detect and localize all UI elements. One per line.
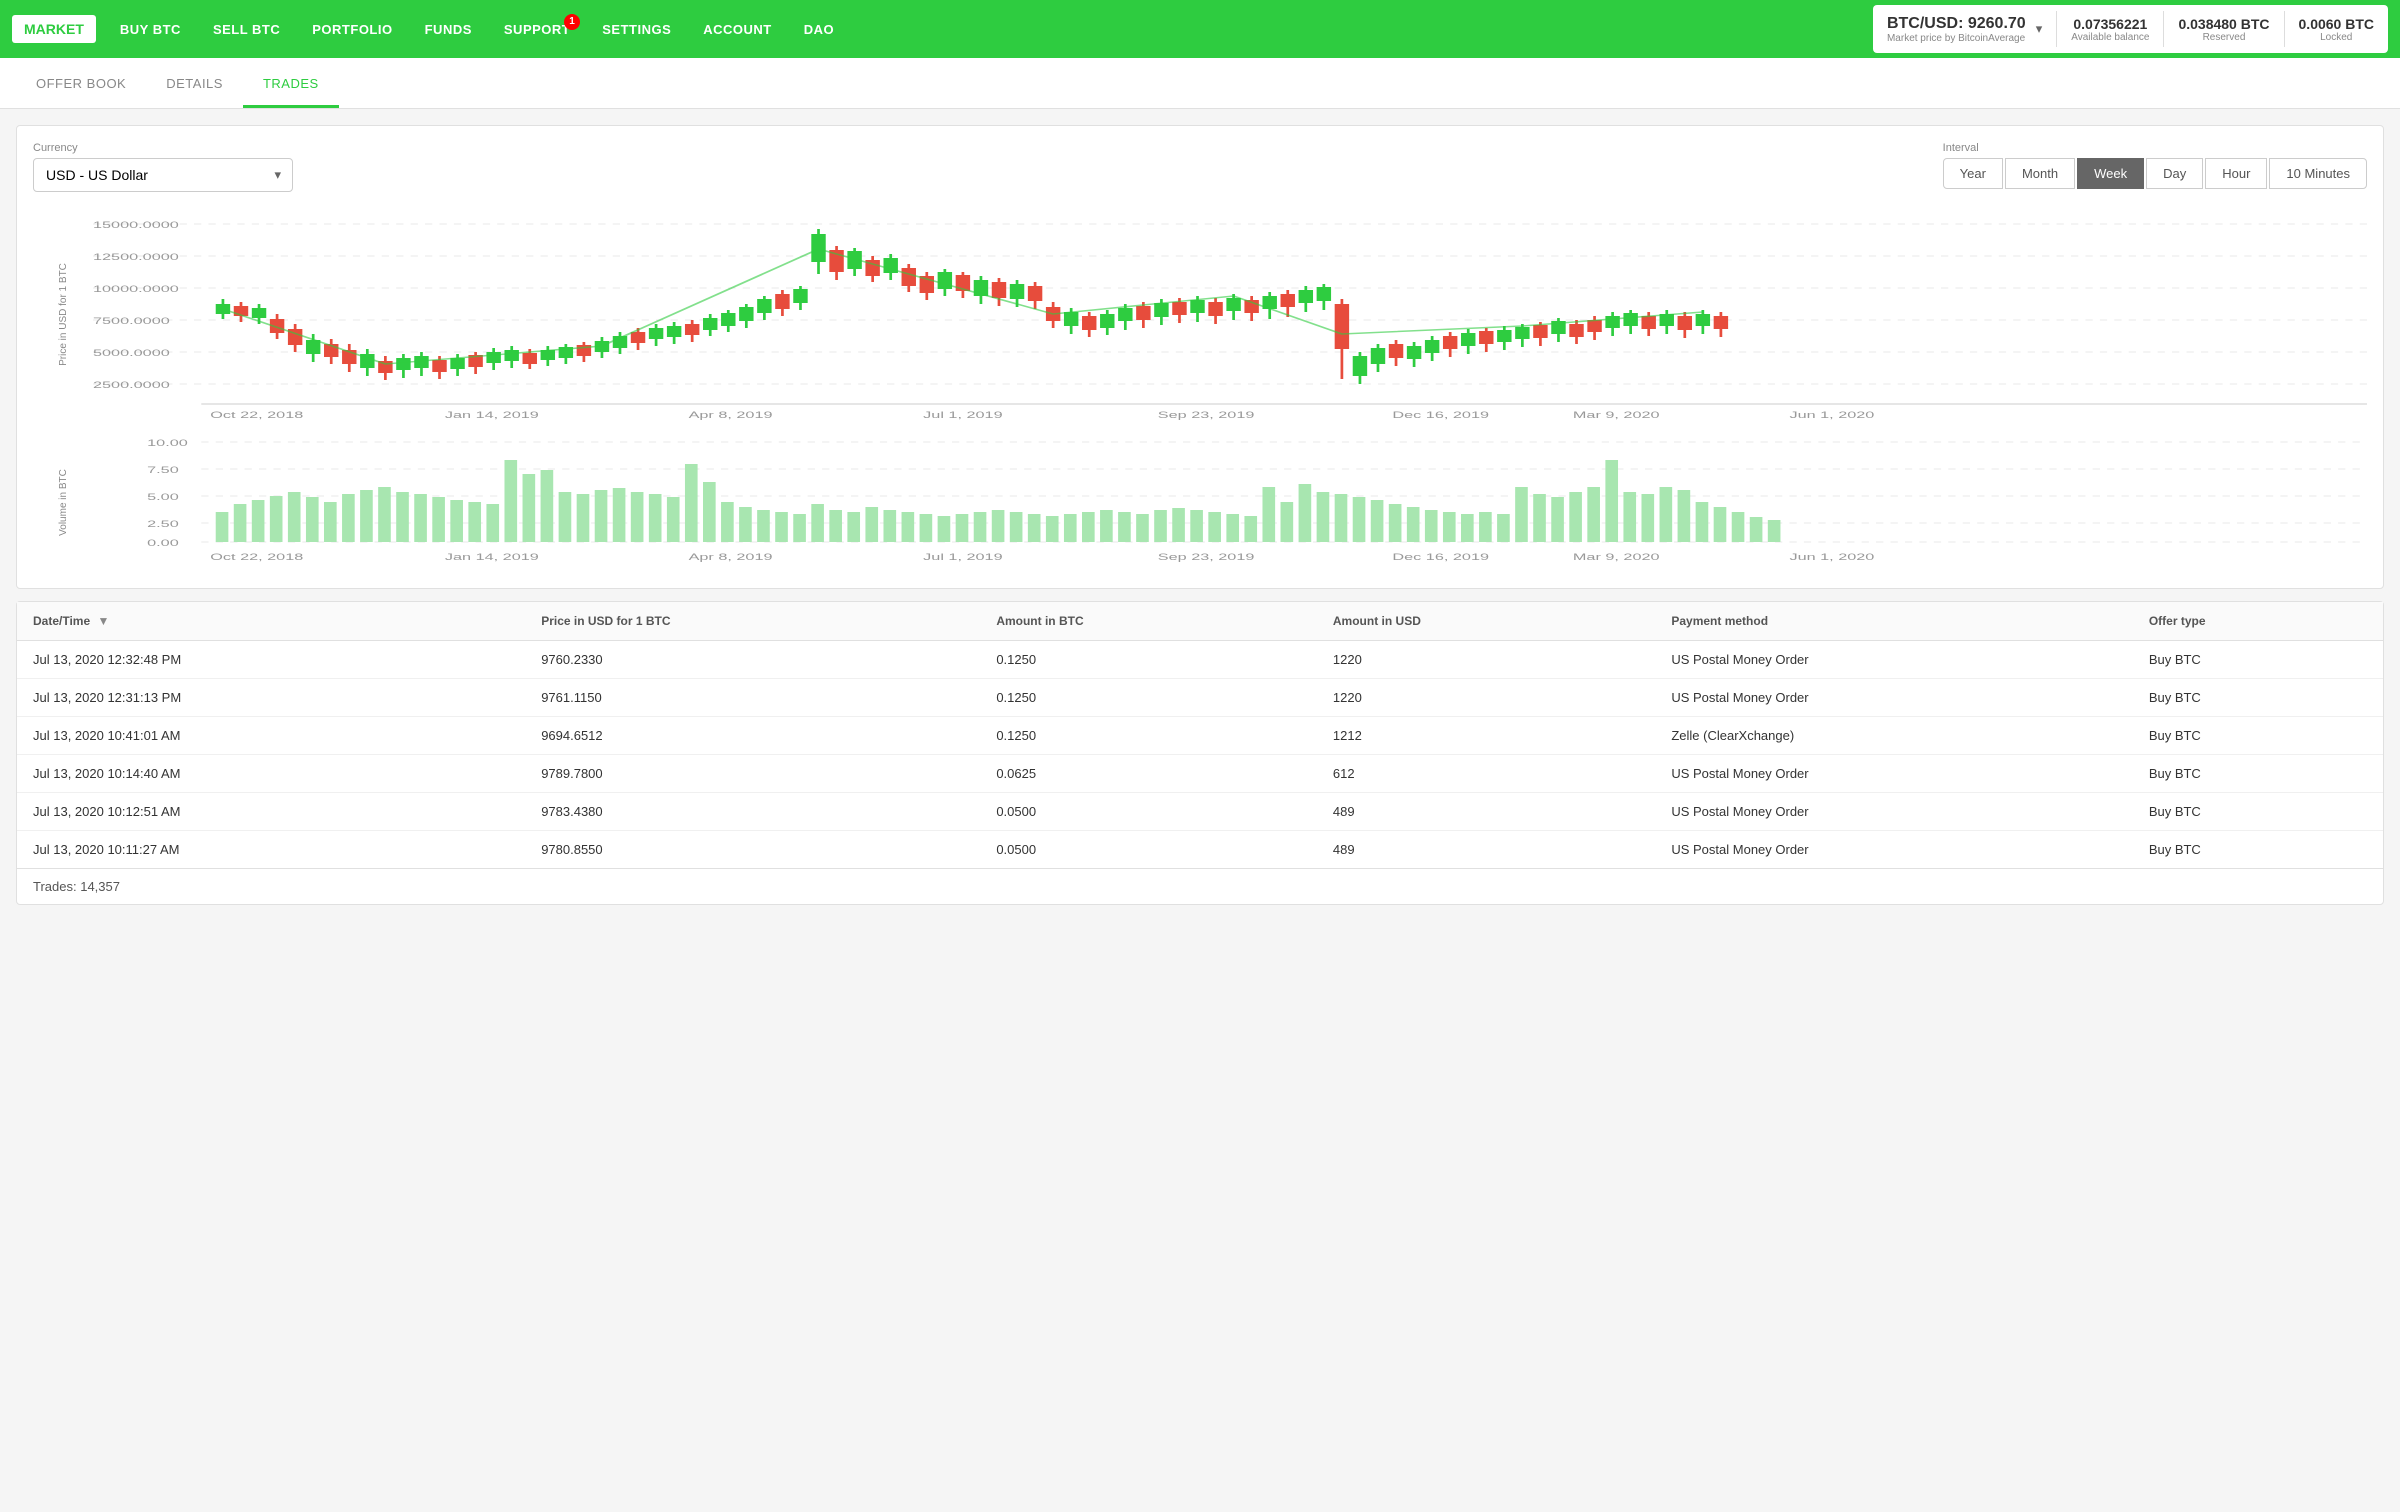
svg-text:Jul 1, 2019: Jul 1, 2019	[923, 552, 1002, 562]
nav-buy-btc[interactable]: BUY BTC	[104, 22, 197, 37]
svg-text:Sep 23, 2019: Sep 23, 2019	[1158, 552, 1255, 562]
table-row: Jul 13, 2020 10:11:27 AM9780.85500.05004…	[17, 831, 2383, 869]
price-chevron-icon[interactable]: ▾	[2036, 21, 2043, 37]
price-y-axis-label: Price in USD for 1 BTC	[58, 263, 69, 366]
svg-text:Oct 22, 2018: Oct 22, 2018	[210, 410, 303, 420]
interval-week[interactable]: Week	[2077, 158, 2144, 189]
tab-details[interactable]: DETAILS	[146, 58, 243, 108]
available-balance-stat: 0.07356221 Available balance	[2071, 16, 2149, 43]
currency-select[interactable]: USD - US Dollar	[33, 158, 293, 192]
svg-text:Mar 9, 2020: Mar 9, 2020	[1573, 552, 1660, 562]
svg-text:Apr 8, 2019: Apr 8, 2019	[689, 410, 773, 420]
candlestick-chart: 15000.0000 12500.0000 10000.0000 7500.00…	[93, 204, 2367, 424]
svg-text:10.00: 10.00	[147, 438, 188, 448]
svg-text:Dec 16, 2019: Dec 16, 2019	[1392, 410, 1489, 420]
col-price: Price in USD for 1 BTC	[525, 602, 980, 641]
table-row: Jul 13, 2020 10:12:51 AM9783.43800.05004…	[17, 793, 2383, 831]
nav-portfolio[interactable]: PORTFOLIO	[296, 22, 408, 37]
volume-chart: 10.00 7.50 5.00 2.50 0.00	[93, 432, 2367, 572]
nav-brand[interactable]: MARKET	[12, 15, 96, 43]
svg-text:2500.0000: 2500.0000	[93, 380, 170, 390]
svg-text:7500.0000: 7500.0000	[93, 316, 170, 326]
svg-text:Jan 14, 2019: Jan 14, 2019	[445, 552, 539, 562]
table-row: Jul 13, 2020 12:31:13 PM9761.11500.12501…	[17, 679, 2383, 717]
main-content: Currency USD - US Dollar Interval Year M…	[0, 109, 2400, 921]
interval-day[interactable]: Day	[2146, 158, 2203, 189]
svg-text:Jun 1, 2020: Jun 1, 2020	[1789, 552, 1874, 562]
svg-text:Sep 23, 2019: Sep 23, 2019	[1158, 410, 1255, 420]
top-nav: MARKET BUY BTC SELL BTC PORTFOLIO FUNDS …	[0, 0, 2400, 58]
svg-text:Jan 14, 2019: Jan 14, 2019	[445, 410, 539, 420]
nav-account[interactable]: Account	[687, 22, 788, 37]
trades-table-section: Date/Time ▼ Price in USD for 1 BTC Amoun…	[16, 601, 2384, 905]
sort-icon: ▼	[97, 614, 109, 628]
nav-dao[interactable]: DAO	[788, 22, 850, 37]
tabs-bar: OFFER BOOK DETAILS TRADES	[0, 58, 2400, 109]
svg-text:Dec 16, 2019: Dec 16, 2019	[1392, 552, 1489, 562]
volume-y-axis-label: Volume in BTC	[58, 469, 69, 536]
svg-text:Jul 1, 2019: Jul 1, 2019	[923, 410, 1002, 420]
interval-buttons: Year Month Week Day Hour 10 Minutes	[1943, 158, 2367, 189]
col-amount-usd: Amount in USD	[1317, 602, 1655, 641]
col-datetime[interactable]: Date/Time ▼	[17, 602, 525, 641]
interval-hour[interactable]: Hour	[2205, 158, 2267, 189]
table-row: Jul 13, 2020 10:41:01 AM9694.65120.12501…	[17, 717, 2383, 755]
interval-group: Interval Year Month Week Day Hour 10 Min…	[1943, 142, 2367, 189]
svg-text:Apr 8, 2019: Apr 8, 2019	[689, 552, 773, 562]
svg-text:5.00: 5.00	[147, 492, 179, 502]
locked-stat: 0.0060 BTC Locked	[2299, 16, 2374, 43]
table-row: Jul 13, 2020 12:32:48 PM9760.23300.12501…	[17, 641, 2383, 679]
svg-text:15000.0000: 15000.0000	[93, 220, 179, 230]
svg-text:10000.0000: 10000.0000	[93, 284, 179, 294]
nav-settings[interactable]: Settings	[586, 22, 687, 37]
col-amount-btc: Amount in BTC	[980, 602, 1317, 641]
currency-label: Currency	[33, 142, 293, 154]
price-pair-value: BTC/USD: 9260.70	[1887, 15, 2026, 33]
tab-offer-book[interactable]: OFFER BOOK	[16, 58, 146, 108]
nav-support[interactable]: Support 1	[488, 22, 586, 37]
tab-trades[interactable]: TRADES	[243, 58, 339, 108]
svg-text:5000.0000: 5000.0000	[93, 348, 170, 358]
col-payment: Payment method	[1655, 602, 2132, 641]
nav-sell-btc[interactable]: SELL BTC	[197, 22, 296, 37]
interval-10min[interactable]: 10 Minutes	[2269, 158, 2367, 189]
chart-section: Currency USD - US Dollar Interval Year M…	[16, 125, 2384, 589]
price-widget: BTC/USD: 9260.70 Market price by Bitcoin…	[1873, 5, 2388, 53]
nav-funds[interactable]: FUNDS	[409, 22, 488, 37]
trades-table: Date/Time ▼ Price in USD for 1 BTC Amoun…	[17, 602, 2383, 868]
interval-year[interactable]: Year	[1943, 158, 2003, 189]
reserved-stat: 0.038480 BTC Reserved	[2178, 16, 2269, 43]
svg-text:12500.0000: 12500.0000	[93, 252, 179, 262]
svg-text:Oct 22, 2018: Oct 22, 2018	[210, 552, 303, 562]
col-offer-type: Offer type	[2133, 602, 2383, 641]
price-subtitle: Market price by BitcoinAverage	[1887, 33, 2026, 44]
table-row: Jul 13, 2020 10:14:40 AM9789.78000.06256…	[17, 755, 2383, 793]
svg-text:Mar 9, 2020: Mar 9, 2020	[1573, 410, 1660, 420]
interval-month[interactable]: Month	[2005, 158, 2075, 189]
svg-text:2.50: 2.50	[147, 519, 179, 529]
svg-text:0.00: 0.00	[147, 538, 179, 548]
svg-text:7.50: 7.50	[147, 465, 179, 475]
interval-label: Interval	[1943, 142, 2367, 154]
currency-select-group: Currency USD - US Dollar	[33, 142, 293, 192]
support-badge: 1	[564, 14, 580, 30]
svg-text:Jun 1, 2020: Jun 1, 2020	[1789, 410, 1874, 420]
trades-count: Trades: 14,357	[17, 868, 2383, 904]
chart-controls: Currency USD - US Dollar Interval Year M…	[33, 142, 2367, 192]
